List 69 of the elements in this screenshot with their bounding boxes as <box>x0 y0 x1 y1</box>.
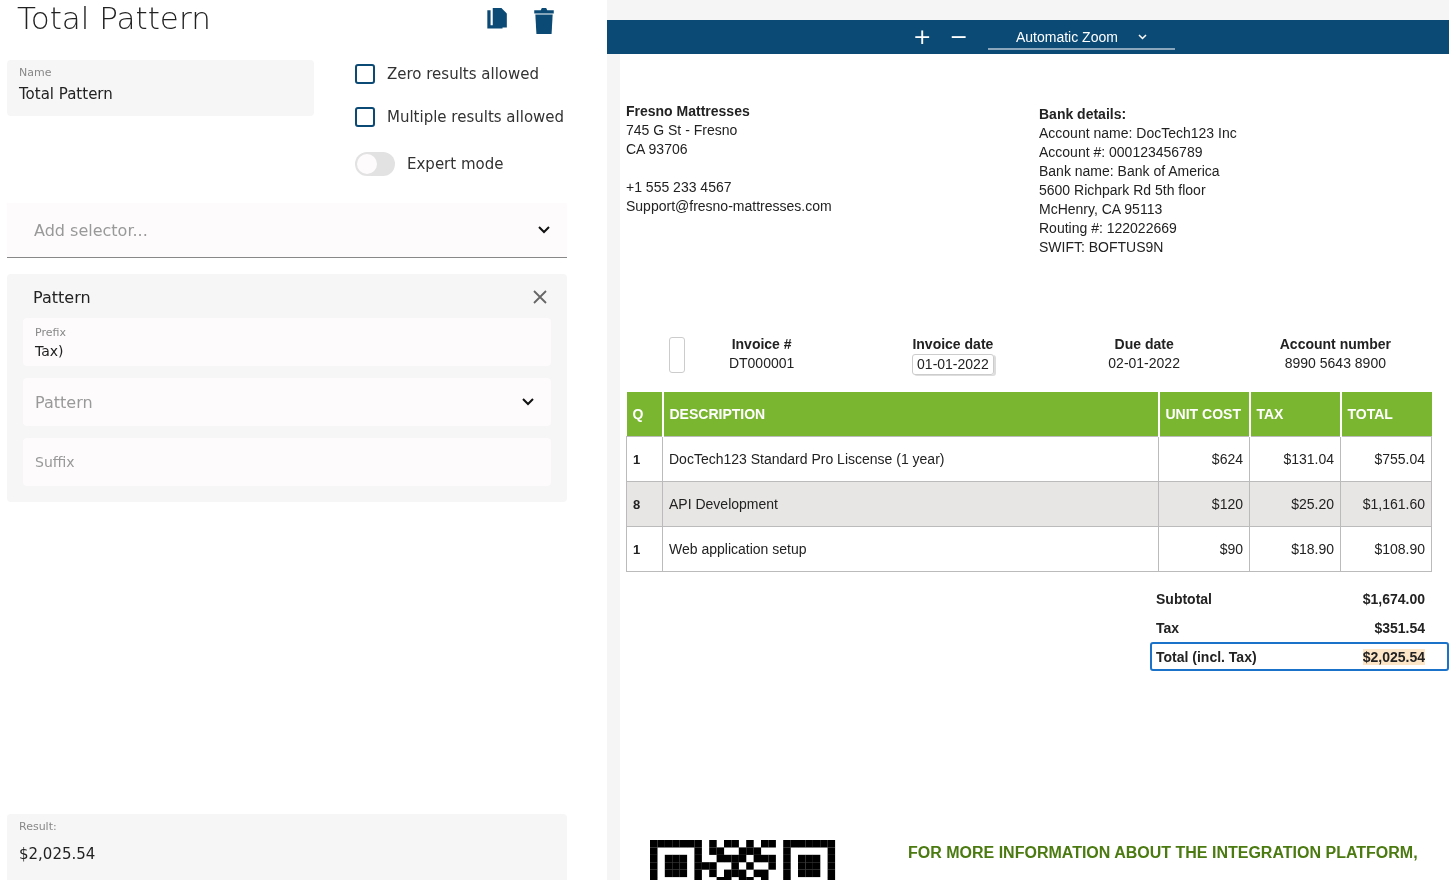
table-cell: $108.90 <box>1340 526 1432 572</box>
table-cell: Web application setup <box>662 526 1159 572</box>
total-value: $351.54 <box>1374 619 1425 636</box>
column-header: UNIT COST <box>1158 392 1250 437</box>
contact-line: Support@fresno-mattresses.com <box>626 197 833 216</box>
table-cell: DocTech123 Standard Pro Liscense (1 year) <box>662 436 1159 482</box>
bank-line: Account name: DocTech123 Inc <box>1039 124 1238 143</box>
bank-line: McHenry, CA 95113 <box>1039 200 1164 219</box>
footer-text: FOR MORE INFORMATION ABOUT THE INTEGRATION PLATFORM, <box>908 844 1418 862</box>
total-value: $2,025.54 <box>1362 648 1425 665</box>
bank-line: Routing #: 122022669 <box>1039 219 1178 238</box>
bank-line: SWIFT: BOFTUS9N <box>1039 238 1165 257</box>
table-cell: 8 <box>626 481 663 527</box>
zoom-select[interactable]: Automatic Zoom <box>987 23 1175 51</box>
meta-label: Due date <box>1114 335 1174 354</box>
address-line: 745 G St - Fresno <box>626 121 739 140</box>
trash-icon[interactable] <box>531 8 557 34</box>
toggle-label: Expert mode <box>407 155 504 173</box>
name-field[interactable]: Name Total Pattern <box>7 60 314 116</box>
meta-label: Account number <box>1279 335 1391 354</box>
column-header: TAX <box>1249 392 1341 437</box>
chevron-down-icon <box>521 397 535 407</box>
table-cell: $90 <box>1158 526 1250 572</box>
total-label: Total (incl. Tax) <box>1156 648 1257 665</box>
meta-label: Invoice # <box>731 335 792 354</box>
checkbox-label: Multiple results allowed <box>387 108 565 126</box>
bank-line: Account #: 000123456789 <box>1039 143 1204 162</box>
table-cell: $624 <box>1158 436 1250 482</box>
card-title: Pattern <box>33 287 91 307</box>
contact-line: +1 555 233 4567 <box>626 178 733 197</box>
bank-line: 5600 Richpark Rd 5th floor <box>1039 181 1207 200</box>
result-label: Result: <box>19 820 58 833</box>
bank-line: Bank name: Bank of America <box>1039 162 1221 181</box>
table-cell: $25.20 <box>1249 481 1341 527</box>
column-header: Q <box>626 392 663 437</box>
table-cell: 1 <box>626 436 663 482</box>
page-title: Total Pattern <box>17 0 212 36</box>
table-cell: 1 <box>626 526 663 572</box>
company-name: Fresno Mattresses <box>626 102 751 121</box>
bank-title: Bank details: <box>1039 105 1128 124</box>
zoom-in-button[interactable]: + <box>911 24 934 50</box>
checkbox-label: Zero results allowed <box>387 65 540 83</box>
table-cell: $1,161.60 <box>1340 481 1432 527</box>
meta-value: DT000001 <box>728 354 795 373</box>
meta-label: Invoice date <box>912 335 994 354</box>
meta-value: 8990 5643 8900 <box>1284 354 1386 373</box>
checkbox[interactable] <box>355 64 375 84</box>
meta-value: 02-01-2022 <box>1108 354 1180 373</box>
column-header: DESCRIPTION <box>662 392 1159 437</box>
prefix-field[interactable]: Prefix Tax) <box>23 318 551 366</box>
table-cell: $120 <box>1158 481 1250 527</box>
table-cell: $131.04 <box>1249 436 1341 482</box>
column-header: TOTAL <box>1340 392 1432 437</box>
total-label: Tax <box>1156 619 1180 636</box>
result-value: $2,025.54 <box>19 845 97 863</box>
table-cell: $755.04 <box>1340 436 1432 482</box>
table-cell: API Development <box>662 481 1159 527</box>
total-value: $1,674.00 <box>1362 590 1425 607</box>
zoom-out-button[interactable]: − <box>947 24 970 50</box>
qr-code-icon <box>650 840 836 880</box>
toggle-switch[interactable] <box>355 152 395 176</box>
total-label: Subtotal <box>1156 590 1212 607</box>
checkbox[interactable] <box>355 107 375 127</box>
close-icon[interactable] <box>533 290 547 304</box>
chevron-down-icon <box>537 225 551 235</box>
meta-value: 01-01-2022 <box>912 354 994 375</box>
chevron-down-icon <box>1137 34 1147 41</box>
address-line: CA 93706 <box>626 140 689 159</box>
table-cell: $18.90 <box>1249 526 1341 572</box>
